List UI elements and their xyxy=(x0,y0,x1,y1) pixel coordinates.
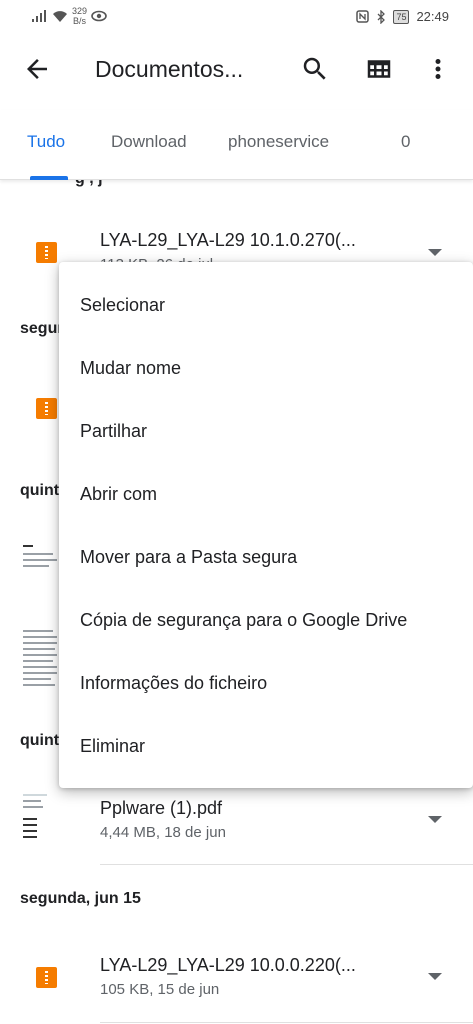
file-name: LYA-L29_LYA-L29 10.1.0.270(... xyxy=(100,230,356,250)
menu-item-backup-google-drive[interactable]: Cópia de segurança para o Google Drive xyxy=(59,589,473,652)
network-speed-unit: B/s xyxy=(73,16,87,26)
context-menu: Selecionar Mudar nome Partilhar Abrir co… xyxy=(59,262,473,788)
document-thumbnail xyxy=(20,541,60,597)
wifi-icon xyxy=(53,10,67,22)
file-meta: 4,44 MB, 18 de jun xyxy=(100,824,226,841)
status-bar: 329 B/s 75 22:49 xyxy=(0,0,473,34)
divider xyxy=(100,1022,473,1023)
more-vert-icon[interactable] xyxy=(428,54,448,84)
active-tab-indicator xyxy=(30,176,68,180)
clock: 22:49 xyxy=(416,9,449,24)
search-icon[interactable] xyxy=(300,54,330,84)
menu-item-file-info[interactable]: Informações do ficheiro xyxy=(59,652,473,715)
tab-bar: Tudo Download phoneservice 0 xyxy=(0,110,473,180)
bluetooth-icon xyxy=(377,9,386,24)
tab-0[interactable]: 0 xyxy=(401,132,410,152)
grid-view-icon[interactable] xyxy=(364,54,394,84)
zip-file-icon xyxy=(36,398,57,419)
nfc-icon xyxy=(356,10,370,23)
status-left: 329 B/s xyxy=(32,6,107,26)
file-meta: 105 KB, 15 de jun xyxy=(100,981,220,998)
tab-phoneservice[interactable]: phoneservice xyxy=(228,132,329,152)
menu-item-move-to-safe-folder[interactable]: Mover para a Pasta segura xyxy=(59,526,473,589)
network-speed-value: 329 xyxy=(72,6,88,16)
divider xyxy=(100,864,473,865)
menu-item-delete[interactable]: Eliminar xyxy=(59,715,473,778)
chevron-down-icon[interactable] xyxy=(428,249,442,256)
eye-icon xyxy=(91,10,107,22)
chevron-down-icon[interactable] xyxy=(428,973,442,980)
back-arrow-icon[interactable] xyxy=(22,54,52,84)
menu-item-share[interactable]: Partilhar xyxy=(59,400,473,463)
menu-item-rename[interactable]: Mudar nome xyxy=(59,337,473,400)
chevron-down-icon[interactable] xyxy=(428,816,442,823)
zip-file-icon xyxy=(36,967,57,988)
list-item[interactable]: LYA-L29_LYA-L29 10.0.0.220(... 105 KB, 1… xyxy=(0,945,473,1015)
tab-tudo[interactable]: Tudo xyxy=(27,132,65,152)
signal-icon xyxy=(32,10,46,22)
zip-file-icon xyxy=(36,242,57,263)
battery-level: 75 xyxy=(393,9,410,24)
menu-item-open-with[interactable]: Abrir com xyxy=(59,463,473,526)
menu-item-select[interactable]: Selecionar xyxy=(59,274,473,337)
file-name: Pplware (1).pdf xyxy=(100,798,223,818)
page-title: Documentos... xyxy=(95,56,244,82)
document-thumbnail xyxy=(20,792,60,848)
section-header: segunda, jun 15 xyxy=(20,890,141,907)
network-speed: 329 B/s xyxy=(72,6,87,26)
document-thumbnail xyxy=(20,626,60,696)
file-name: LYA-L29_LYA-L29 10.0.0.220(... xyxy=(100,955,356,975)
tab-download[interactable]: Download xyxy=(111,132,187,152)
app-bar: Documentos... xyxy=(0,34,473,106)
status-right: 75 22:49 xyxy=(356,9,449,24)
list-item[interactable]: Pplware (1).pdf 4,44 MB, 18 de jun xyxy=(0,790,473,860)
